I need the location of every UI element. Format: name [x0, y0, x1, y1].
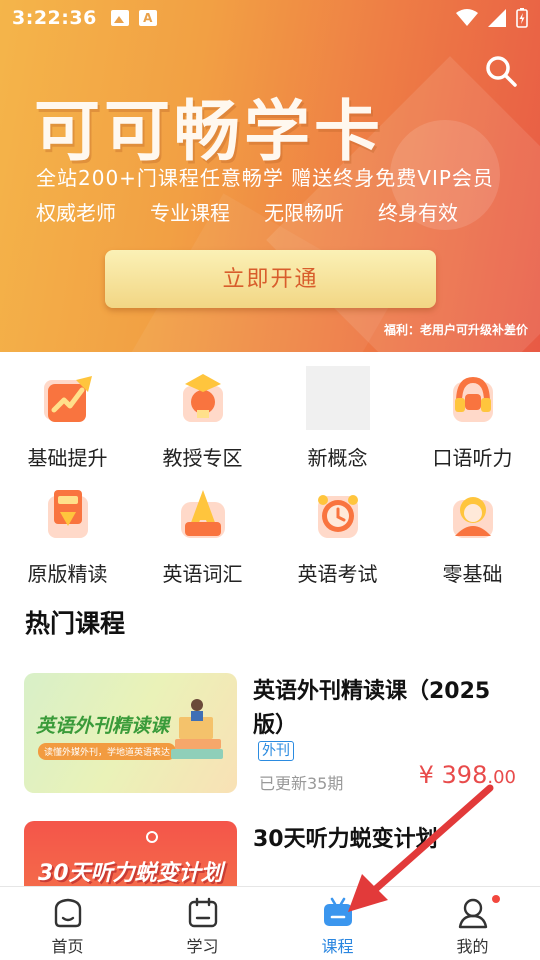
- professor-icon: [182, 374, 223, 422]
- tab-profile[interactable]: 我的: [405, 887, 540, 960]
- course-tv-icon: [323, 897, 352, 926]
- category-basic-improvement[interactable]: 基础提升: [0, 358, 135, 474]
- banner-feature: 专业课程: [150, 201, 230, 225]
- category-new-concept[interactable]: 新概念: [270, 358, 405, 474]
- app-notification-icon: A: [138, 10, 157, 26]
- letter-a-icon: [180, 490, 225, 538]
- wifi-icon: [456, 9, 478, 26]
- banner-title: 可可畅学卡: [34, 93, 384, 170]
- course-title: 英语外刊精读课（2025版）: [253, 679, 491, 738]
- tab-label: 课程: [321, 937, 354, 956]
- category-label: 新概念: [307, 446, 368, 470]
- price-cents: .00: [487, 767, 516, 788]
- promo-banner[interactable]: 可可畅学卡 全站200+门课程任意畅学 赠送终身免费VIP会员 权威老师 专业课…: [0, 0, 540, 352]
- tab-label: 首页: [51, 937, 84, 956]
- signal-icon: [488, 9, 506, 27]
- banner-feature: 终身有效: [378, 201, 458, 225]
- category-speaking-listening[interactable]: 口语听力: [405, 358, 540, 474]
- category-grid: 基础提升 教授专区 新概念 口语听力 原版精读 英语词汇 英语考试 零基础: [0, 358, 540, 590]
- section-title: 热门课程: [25, 609, 126, 638]
- alarm-clock-icon: [317, 495, 358, 538]
- category-zero-basis[interactable]: 零基础: [405, 474, 540, 590]
- price-main: ¥ 398: [418, 761, 488, 789]
- tab-home[interactable]: 首页: [0, 887, 135, 960]
- category-original-reading[interactable]: 原版精读: [0, 474, 135, 590]
- course-card[interactable]: 30天听力蜕变计划 30天听力蜕变计划: [24, 821, 516, 887]
- thumbnail-title: 英语外刊精读课: [36, 715, 170, 737]
- course-thumbnail[interactable]: 30天听力蜕变计划: [24, 821, 237, 887]
- category-label: 英语词汇: [162, 562, 243, 586]
- open-now-button[interactable]: 立即开通: [105, 250, 436, 308]
- course-title: 30天听力蜕变计划: [253, 827, 438, 852]
- category-label: 教授专区: [162, 446, 243, 470]
- banner-features: 权威老师 专业课程 无限畅听 终身有效: [36, 197, 492, 226]
- tab-study[interactable]: 学习: [135, 887, 270, 960]
- search-icon[interactable]: [484, 54, 518, 88]
- category-vocabulary[interactable]: 英语词汇: [135, 474, 270, 590]
- thumbnail-subtitle: 读懂外媒外刊，学地道英语表达: [38, 743, 177, 760]
- status-time: 3:22:36: [12, 7, 97, 29]
- study-icon: [188, 897, 217, 928]
- category-label: 基础提升: [27, 446, 108, 470]
- thumbnail-decoration: [146, 831, 158, 843]
- books-illustration: [171, 699, 223, 759]
- category-label: 口语听力: [432, 446, 513, 470]
- gallery-notification-icon: [110, 10, 129, 26]
- course-card[interactable]: 英语外刊精读课 读懂外媒外刊，学地道英语表达 英语外刊精读课（2025版） 外刊…: [24, 673, 516, 797]
- tab-courses[interactable]: 课程: [270, 887, 405, 960]
- battery-icon: [516, 8, 528, 28]
- tab-label: 我的: [456, 937, 489, 956]
- headset-icon: [452, 376, 493, 422]
- notification-badge: [492, 895, 500, 903]
- category-exam[interactable]: 英语考试: [270, 474, 405, 590]
- thumbnail-title: 30天听力蜕变计划: [38, 861, 223, 886]
- category-label: 原版精读: [27, 562, 108, 586]
- bookmark-icon: [47, 490, 88, 538]
- placeholder-image: [305, 366, 370, 430]
- category-professor-zone[interactable]: 教授专区: [135, 358, 270, 474]
- course-tag: 外刊: [258, 741, 294, 761]
- course-thumbnail[interactable]: 英语外刊精读课 读懂外媒外刊，学地道英语表达: [24, 673, 237, 793]
- tab-label: 学习: [186, 937, 219, 956]
- profile-icon: [458, 898, 487, 929]
- course-price: ¥ 398.00: [419, 761, 516, 789]
- beginner-avatar-icon: [452, 497, 493, 538]
- course-update-status: 已更新35期: [259, 774, 344, 793]
- growth-chart-icon: [43, 376, 92, 422]
- status-bar: 3:22:36 A: [0, 0, 540, 36]
- bottom-tab-bar: 首页 学习 课程 我的: [0, 886, 540, 960]
- banner-note: 福利：老用户可升级补差价: [383, 323, 528, 337]
- category-label: 零基础: [442, 562, 503, 586]
- banner-feature: 权威老师: [36, 201, 116, 225]
- banner-subtitle: 全站200+门课程任意畅学 赠送终身免费VIP会员: [36, 166, 494, 190]
- home-icon: [54, 898, 81, 928]
- category-label: 英语考试: [297, 562, 378, 586]
- banner-feature: 无限畅听: [264, 201, 344, 225]
